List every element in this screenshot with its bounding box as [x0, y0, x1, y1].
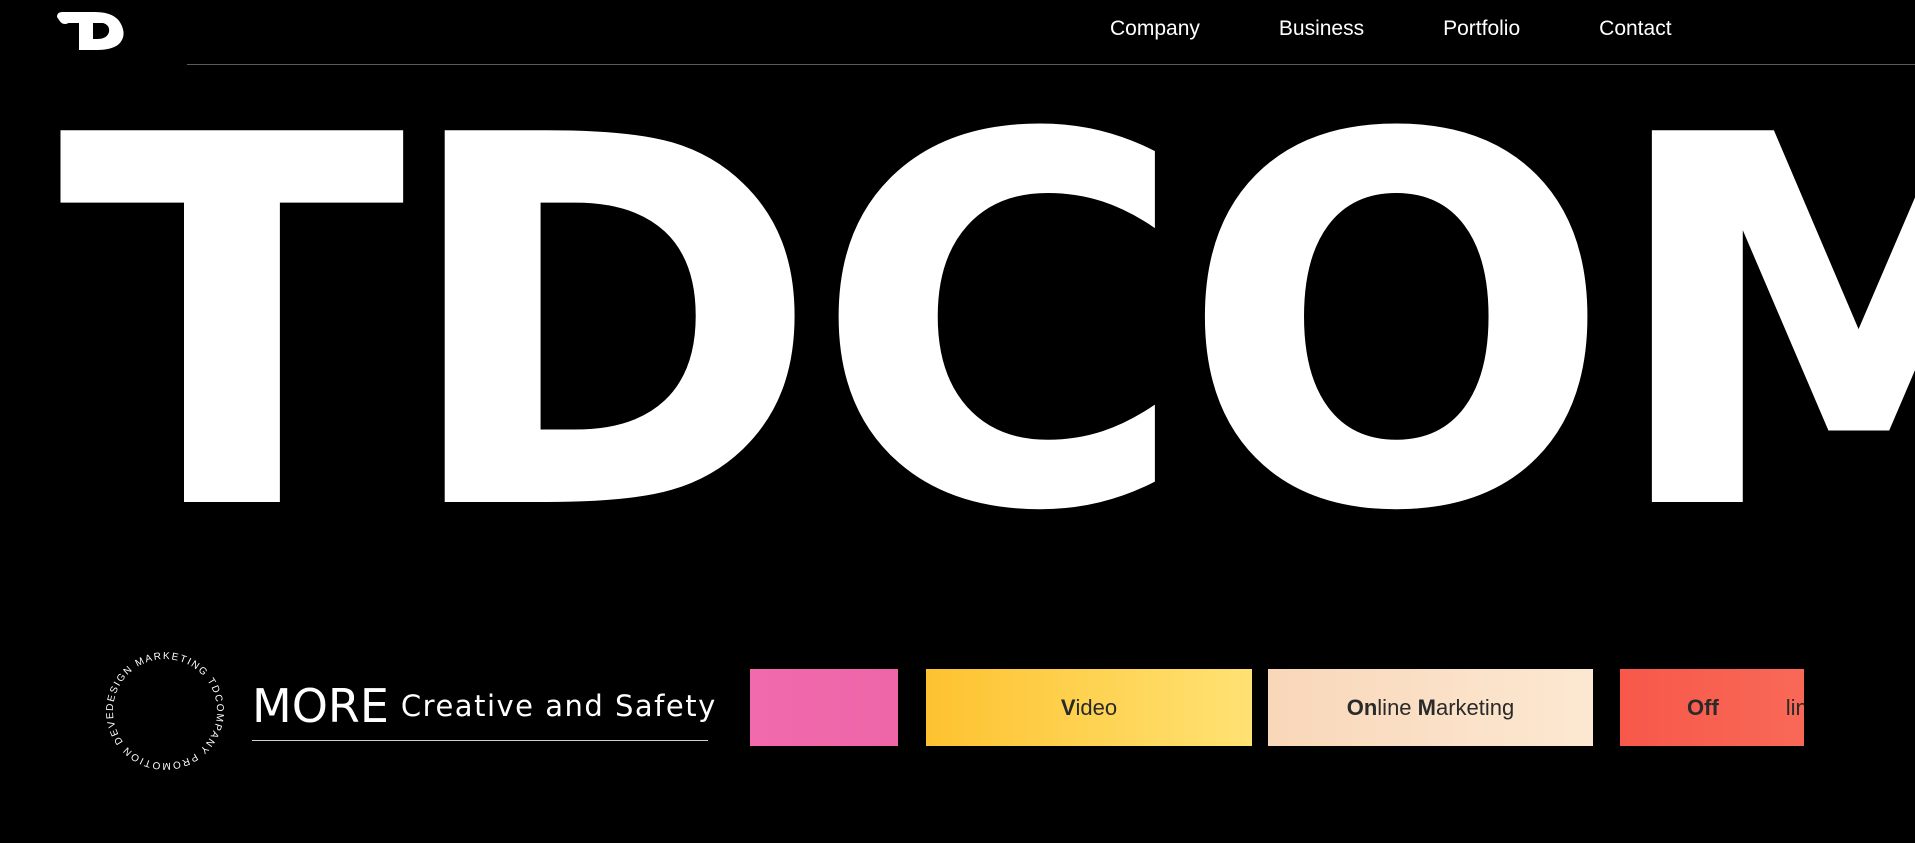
service-card-design[interactable]: gn — [750, 669, 898, 746]
badge-circle-text: DESIGN MARKETING TDCOMPANY PROMOTION DEV… — [99, 645, 225, 771]
services-marquee: gn Video Online Marketing Offline Ma — [750, 669, 1804, 746]
service-card-label: Video — [1060, 694, 1118, 720]
page: Company Business Portfolio Contact TDCOM… — [0, 0, 1915, 843]
service-card-label: Online Marketing — [1346, 694, 1515, 720]
circular-text-badge: DESIGN MARKETING TDCOMPANY PROMOTION DEV… — [94, 637, 231, 777]
service-card-offline-marketing[interactable]: Offline Ma — [1620, 669, 1804, 746]
more-link[interactable]: MORE Creative and Safety — [252, 678, 715, 741]
more-label: MORE — [252, 679, 389, 733]
service-card-online-marketing[interactable]: Online Marketing — [1268, 669, 1593, 746]
service-card-video[interactable]: Video — [926, 669, 1252, 746]
more-subtitle: Creative and Safety — [400, 689, 717, 723]
hero-title: TDCOM — [58, 30, 1915, 623]
service-card-label: Offline Ma — [1687, 694, 1804, 720]
